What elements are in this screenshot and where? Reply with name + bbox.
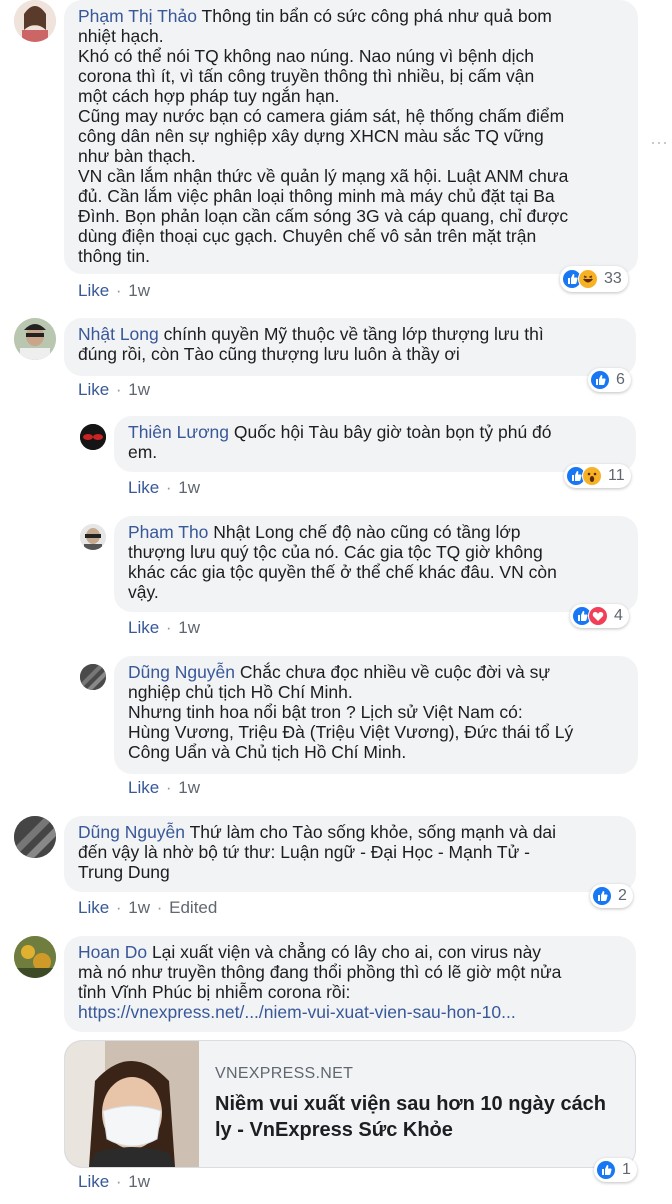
comment-actions: Like · 1w <box>78 1172 151 1191</box>
timestamp[interactable]: 1w <box>178 618 200 637</box>
comment-author[interactable]: Dũng Nguyễn <box>128 662 235 682</box>
like-reaction-icon <box>596 1160 616 1180</box>
comment-author[interactable]: Phạm Thị Thảo <box>78 6 197 26</box>
comment-bubble: Dũng Nguyễn Chắc chưa đọc nhiều về cuộc … <box>114 656 638 774</box>
link-preview-domain: VNEXPRESS.NET <box>215 1065 354 1082</box>
reaction-summary[interactable]: 2 <box>590 884 633 908</box>
wow-reaction-icon <box>582 466 602 486</box>
like-button[interactable]: Like <box>78 898 109 917</box>
like-button[interactable]: Like <box>78 281 109 300</box>
reaction-summary[interactable]: 11 <box>564 464 631 488</box>
like-button[interactable]: Like <box>128 778 159 797</box>
avatar-photo-icon <box>80 524 106 550</box>
comment-actions: Like · 1w <box>128 478 201 497</box>
reaction-count: 6 <box>616 371 625 388</box>
edited-label[interactable]: Edited <box>169 898 217 917</box>
like-button[interactable]: Like <box>128 478 159 497</box>
reaction-count: 1 <box>622 1161 631 1178</box>
reaction-summary[interactable]: 1 <box>594 1158 637 1182</box>
avatar-photo-icon <box>14 816 56 858</box>
link-preview-text: VNEXPRESS.NET Niềm vui xuất viện sau hơn… <box>215 1065 623 1143</box>
comment-actions: Like · 1w · Edited <box>78 898 218 917</box>
comment-actions: Like · 1w <box>78 281 151 300</box>
more-options-icon[interactable]: ··· <box>650 132 668 153</box>
avatar[interactable] <box>80 424 106 450</box>
timestamp[interactable]: 1w <box>178 778 200 797</box>
comment-author[interactable]: Pham Tho <box>128 522 208 542</box>
comment-link[interactable]: https://vnexpress.net/.../niem-vui-xuat-… <box>78 1002 516 1022</box>
comment-text: Thông tin bẩn có sức công phá như quả bo… <box>78 6 569 266</box>
link-preview-card[interactable]: VNEXPRESS.NET Niềm vui xuất viện sau hơn… <box>64 1040 636 1168</box>
comment-bubble: Pham Tho Nhật Long chế độ nào cũng có tầ… <box>114 516 638 612</box>
avatar[interactable] <box>80 664 106 690</box>
like-button[interactable]: Like <box>128 618 159 637</box>
comment-bubble: Thiên Lương Quốc hội Tàu bây giờ toàn bọ… <box>114 416 636 472</box>
like-button[interactable]: Like <box>78 380 109 399</box>
comment-bubble: Nhật Long chính quyền Mỹ thuộc về tầng l… <box>64 318 636 376</box>
avatar-photo-icon <box>80 424 106 450</box>
reaction-count: 33 <box>604 270 622 287</box>
like-reaction-icon <box>590 370 610 390</box>
person-with-mask-image-icon <box>65 1041 199 1167</box>
comment-bubble: Hoan Do Lại xuất viện và chẳng có lây ch… <box>64 936 636 1032</box>
comment-author[interactable]: Dũng Nguyễn <box>78 822 185 842</box>
reaction-summary[interactable]: 4 <box>570 604 629 628</box>
reaction-count: 2 <box>618 887 627 904</box>
timestamp[interactable]: 1w <box>128 1172 150 1191</box>
timestamp[interactable]: 1w <box>128 898 150 917</box>
avatar[interactable] <box>14 318 56 360</box>
comment-text: Lại xuất viện và chẳng có lây cho ai, co… <box>78 942 562 1002</box>
avatar-photo-icon <box>14 936 56 978</box>
timestamp[interactable]: 1w <box>178 478 200 497</box>
reaction-summary[interactable]: 33 <box>560 266 628 292</box>
comment-author[interactable]: Nhật Long <box>78 324 159 344</box>
reaction-count: 4 <box>614 607 623 624</box>
comment-actions: Like · 1w <box>78 380 151 399</box>
avatar-photo-icon <box>80 664 106 690</box>
reaction-summary[interactable]: 6 <box>588 368 631 392</box>
timestamp[interactable]: 1w <box>128 281 150 300</box>
avatar-photo-icon <box>14 0 56 42</box>
avatar[interactable] <box>14 816 56 858</box>
comment-bubble: Dũng Nguyễn Thứ làm cho Tào sống khỏe, s… <box>64 816 636 892</box>
comment-actions: Like · 1w <box>128 618 201 637</box>
avatar[interactable] <box>14 936 56 978</box>
comment-bubble: Phạm Thị Thảo Thông tin bẩn có sức công … <box>64 0 638 274</box>
avatar[interactable] <box>80 524 106 550</box>
like-button[interactable]: Like <box>78 1172 109 1191</box>
link-preview-thumbnail <box>65 1041 199 1167</box>
link-preview-title[interactable]: Niềm vui xuất viện sau hơn 10 ngày cách … <box>215 1091 623 1143</box>
haha-reaction-icon <box>578 269 598 289</box>
avatar-photo-icon <box>14 318 56 360</box>
comment-author[interactable]: Hoan Do <box>78 942 147 962</box>
love-reaction-icon <box>588 606 608 626</box>
like-reaction-icon <box>592 886 612 906</box>
avatar[interactable] <box>14 0 56 42</box>
timestamp[interactable]: 1w <box>128 380 150 399</box>
comment-author[interactable]: Thiên Lương <box>128 422 229 442</box>
reaction-count: 11 <box>608 467 625 484</box>
comment-actions: Like · 1w <box>128 778 201 797</box>
